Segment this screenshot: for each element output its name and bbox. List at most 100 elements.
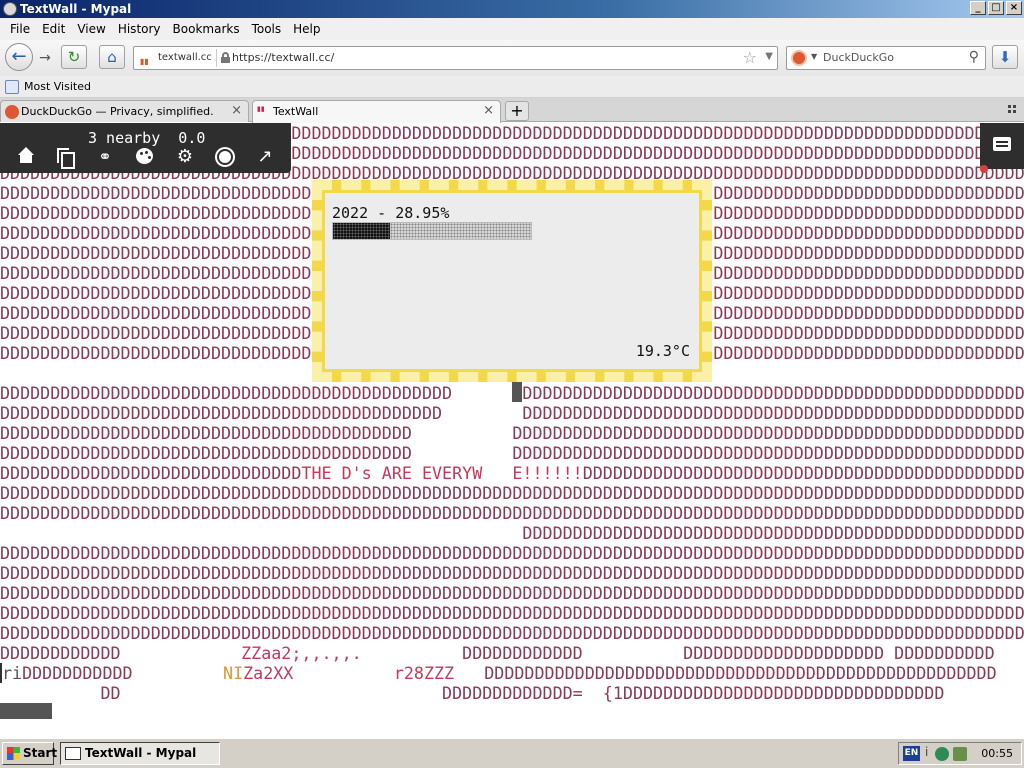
url-input[interactable]: https://textwall.cc/ [232, 47, 334, 69]
search-engine-dropdown-icon[interactable]: ▼ [811, 52, 817, 61]
text-wall-row[interactable]: DDDDDDDDDDDDDDDDDDDDDDDDDDDDDDDDDDDDDDDD… [0, 583, 1024, 603]
search-bar[interactable]: ▼ DuckDuckGo ⚲ [786, 46, 986, 70]
text-wall-row[interactable]: DDDDDDDDDDDDDDDDDDDDDDDDDDDDDDDDDDDDDDDD… [0, 403, 1024, 423]
mypal-app-icon [3, 2, 17, 16]
site-favicon-icon: ▮▮ [140, 57, 149, 66]
wall-text: DDDDDDDDDDDDDDDDDDDDDDDDDDDDDDDDDDDDDDDD… [454, 663, 997, 683]
wall-text: DDDDDDDDDDDDDDDDDDDDDDDDDDDDDDDDDDDDDDDD… [0, 583, 1024, 603]
textwall-canvas[interactable]: DDDDDDDDDDDDDDDDDDDDDDDDDDDDDDDDDDDDDDDD… [0, 123, 1024, 737]
lock-icon [220, 52, 230, 63]
wall-message: Za2XX [243, 663, 294, 683]
minimize-button[interactable]: _ [970, 1, 986, 15]
wall-text: DDDDDDDDDDDDDDDDDDDDDDDDDDDDDDDDDDDDDDDD… [0, 543, 1024, 563]
tab-textwall[interactable]: ▮▮ TextWall × [252, 100, 501, 123]
year-progress-bar [332, 222, 532, 240]
search-input[interactable]: DuckDuckGo [823, 47, 894, 69]
brightness-icon[interactable] [215, 147, 235, 167]
text-wall-row[interactable]: DD DDDDDDDDDDDDD= {1DDDDDDDDDDDDDDDDDDDD… [0, 683, 1024, 703]
url-bar[interactable]: ▮▮ textwall.cc https://textwall.cc/ ☆ ▼ [133, 46, 778, 70]
close-tab-icon[interactable]: × [231, 103, 242, 118]
text-wall-row[interactable]: DDDDDDDDDDDDDDDDDDDDDDDDDDDDDDDDDDDDDDDD… [0, 623, 1024, 643]
info-icon[interactable]: i [925, 745, 928, 759]
site-identity-label: textwall.cc [158, 52, 212, 63]
text-wall-row[interactable]: DDDDDDDDDDDDDDDDDDDDDDDDDDDDDDDDDDDDDDDD… [0, 483, 1024, 503]
menu-bookmarks[interactable]: Bookmarks [167, 22, 246, 36]
window-icon [65, 747, 81, 760]
home-button[interactable]: ⌂ [99, 45, 125, 69]
start-label: Start [23, 746, 58, 760]
text-wall-row[interactable]: DDDDDDDDDDDDDDDDDDDDDDDDDDDDDDDDDDDDDDDD… [0, 443, 1024, 463]
text-wall-row[interactable]: DDDDDDDDDDDDDDDDDDDDDDDDDDDDDDDDDDDDDDDD… [0, 563, 1024, 583]
search-icon[interactable]: ⚲ [969, 49, 979, 65]
billboard-post [512, 382, 522, 402]
menu-tools[interactable]: Tools [246, 22, 288, 36]
window-controls: _ □ × [970, 1, 1022, 15]
wall-text: DDDDDDDDDDDDDDDDDDDDDDDDDDDDDDDDDDDDDDDD… [0, 403, 1024, 423]
wall-text: DDDDDDDDDDD [22, 663, 224, 683]
selection-highlight [0, 703, 52, 719]
tab-duckduckgo[interactable]: DuckDuckGo — Privacy, simplified. × [0, 100, 249, 122]
copy-icon[interactable] [55, 147, 75, 169]
home-icon[interactable] [16, 147, 36, 167]
maximize-button[interactable]: □ [988, 1, 1004, 15]
menu-file[interactable]: File [4, 22, 36, 36]
wall-text: DDDDDDDDDDDDDDDDDDDDDDDDDDDDDDDDDDDDDDDD… [0, 443, 1024, 463]
bookmarks-toolbar: Most Visited [0, 76, 1024, 98]
text-wall-row[interactable]: DDDDDDDDDDDDDDDDDDDDDDDDDDDDDDTHE D's AR… [0, 463, 1024, 483]
wall-text-orange: NI [223, 663, 244, 683]
wall-text: DDDDDDDDDDDDDDDDDDDDDDDDDDDDDDDDDDDDDDDD… [0, 623, 1024, 643]
settings-icon[interactable]: ⚙ [175, 147, 195, 167]
start-button[interactable]: Start [2, 742, 58, 765]
notification-dot [980, 165, 988, 173]
text-wall-row[interactable]: DDDDDDDDDDDDDDDDDDDDDDDDDDDDDDDDDDDDDDDD… [0, 423, 1024, 443]
text-wall-row[interactable]: riDDDDDDDDDDD NIZa2XX r28ZZZ DDDDDDDDDDD… [0, 663, 1024, 683]
wall-text: DD DDDDDDDDDDDDD= {1DDDDDDDDDDDDDDDDDDDD… [0, 683, 945, 703]
menu-history[interactable]: History [112, 22, 167, 36]
arrow-icon[interactable]: ↗ [255, 147, 275, 167]
wall-gap [293, 663, 393, 683]
menu-view[interactable]: View [71, 22, 111, 36]
network-icon[interactable] [935, 747, 949, 761]
textwall-toolbar: 3 nearby 0.0 ⚭ ⚙ ↗ [0, 123, 291, 173]
volume-icon[interactable] [953, 747, 967, 761]
taskbar-task-mypal[interactable]: TextWall - Mypal [60, 742, 220, 765]
star-icon[interactable]: ☆ [743, 48, 757, 67]
menu-edit[interactable]: Edit [36, 22, 71, 36]
close-tab-icon[interactable]: × [483, 103, 494, 118]
chat-button[interactable] [980, 123, 1024, 169]
link-icon[interactable]: ⚭ [95, 147, 115, 167]
text-wall-row[interactable]: DDDDDDDDDDDDDDDDDDDDDDDDDDDDDDDDDDDDDDDD… [0, 603, 1024, 623]
tab-list-icon[interactable] [1008, 105, 1018, 115]
tab-strip: DuckDuckGo — Privacy, simplified. × ▮▮ T… [0, 98, 1024, 123]
most-visited-bookmark[interactable]: Most Visited [24, 80, 91, 93]
wall-text: DDDDDDDDDDDDDDDDDDDDDDDDDDDDDDDDDDDDDDDD… [0, 603, 1024, 623]
forward-button[interactable]: → [35, 49, 55, 67]
text-wall-row[interactable]: DDDDDDDDDDDD ZZaa2;,,.,,. DDDDDDDDDDDD D… [0, 643, 1024, 663]
back-button[interactable]: ← [5, 43, 33, 71]
text-cursor: ri [0, 663, 23, 683]
reload-icon: ↻ [67, 48, 81, 66]
duckduckgo-icon [791, 50, 807, 66]
download-icon: ⬇ [998, 48, 1012, 66]
new-tab-button[interactable]: + [505, 101, 529, 121]
wall-text: DDDDDDDDDDDDDDDDDDDDDDDDDDDDDDDDDDDDDDDD… [0, 483, 1024, 503]
tab-label: TextWall [273, 105, 319, 118]
download-button[interactable]: ⬇ [992, 45, 1018, 69]
billboard-panel: 2022 - 28.95% 19.3°C [325, 193, 699, 369]
wall-text: DDDDDDDDDDDDDDDDDDDDDDDDDDDDDD [0, 463, 302, 483]
text-wall-row[interactable]: DDDDDDDDDDDDDDDDDDDDDDDDDDDDDDDDDDDDDDDD… [0, 523, 1024, 543]
text-wall-row[interactable]: DDDDDDDDDDDDDDDDDDDDDDDDDDDDDDDDDDDDDDDD… [0, 503, 1024, 523]
site-identity-button[interactable]: ▮▮ textwall.cc [136, 49, 230, 67]
reload-button[interactable]: ↻ [61, 45, 87, 69]
close-button[interactable]: × [1006, 1, 1022, 15]
palette-icon[interactable] [135, 147, 155, 167]
window-titlebar[interactable]: TextWall - Mypal _ □ × [0, 0, 1024, 18]
text-wall-row[interactable]: DDDDDDDDDDDDDDDDDDDDDDDDDDDDDDDDDDDDDDDD… [0, 543, 1024, 563]
url-dropdown-icon[interactable]: ▼ [765, 51, 773, 62]
language-indicator[interactable]: EN [903, 746, 920, 761]
back-icon: ← [11, 46, 27, 67]
menu-help[interactable]: Help [287, 22, 326, 36]
navigation-toolbar: ← → ↻ ⌂ ▮▮ textwall.cc https://textwall.… [0, 40, 1024, 76]
windows-logo-icon [7, 747, 20, 760]
clock[interactable]: 00:55 [981, 743, 1013, 764]
